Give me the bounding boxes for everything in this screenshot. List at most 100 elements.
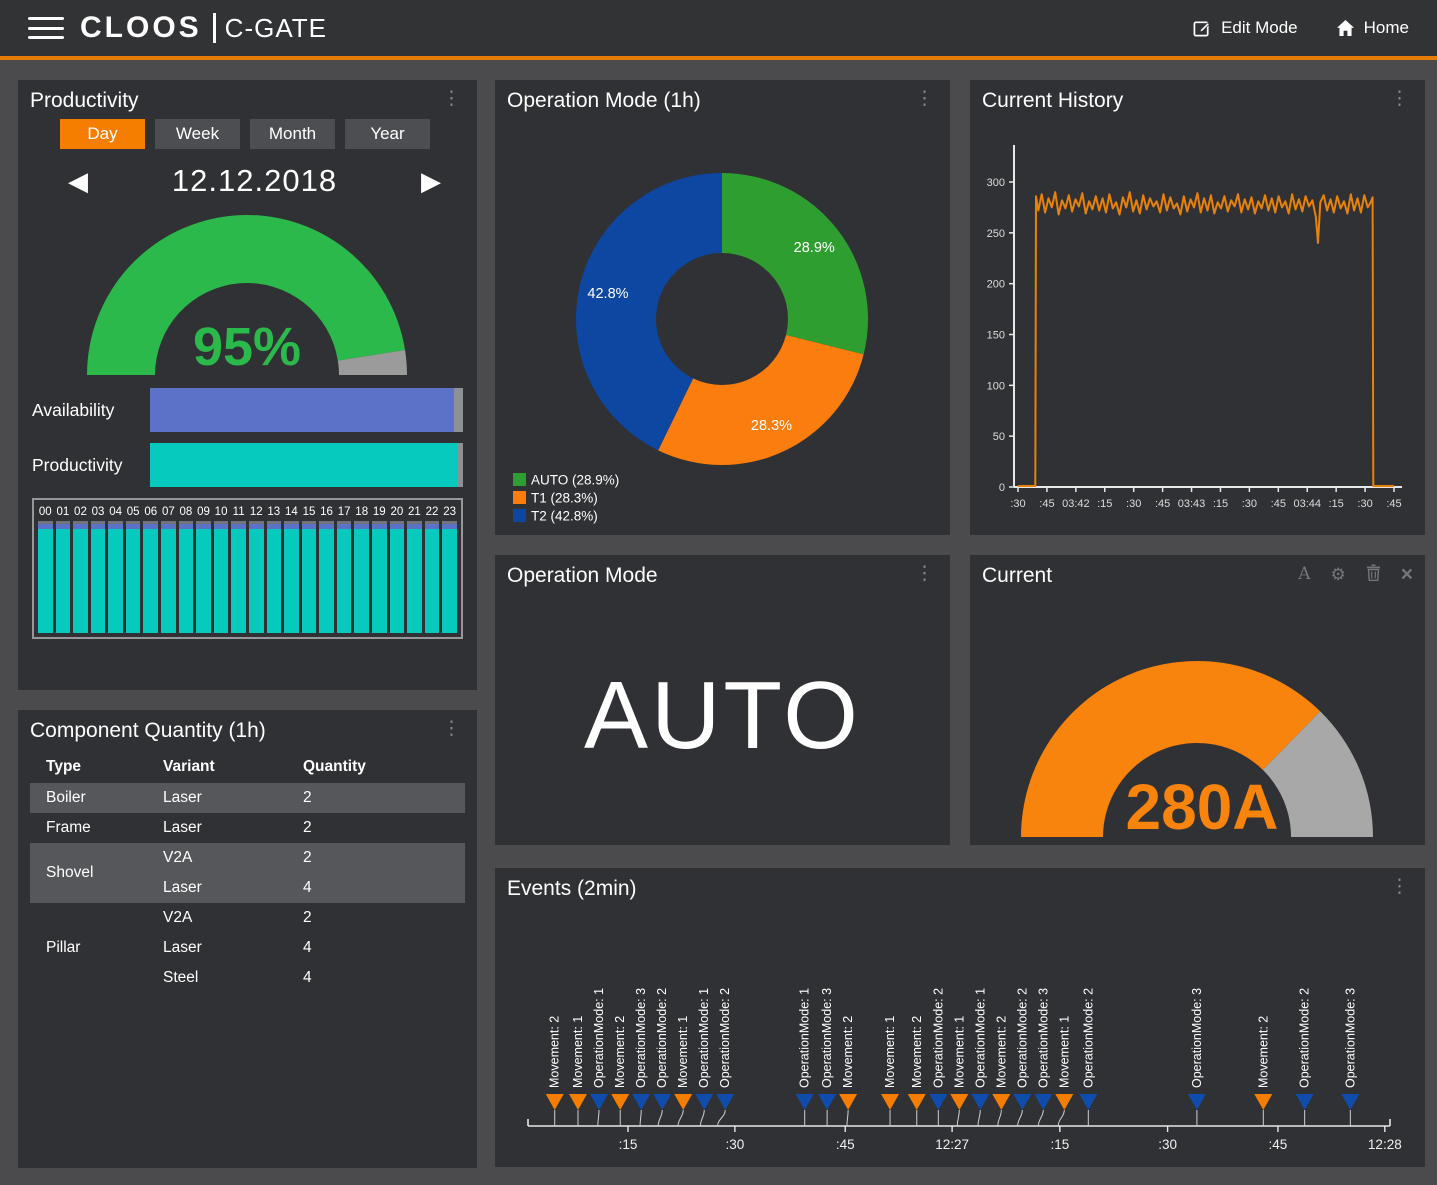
y-tick-label: 100	[987, 380, 1005, 392]
tab-month[interactable]: Month	[250, 119, 335, 149]
component-quantity-title: Component Quantity (1h)	[30, 719, 266, 743]
close-icon[interactable]: ×	[1401, 566, 1413, 583]
event-marker-operation[interactable]	[1079, 1094, 1097, 1110]
donut-slice-t1	[658, 335, 863, 465]
event-marker-operation[interactable]	[1013, 1094, 1031, 1110]
events-title: Events (2min)	[507, 877, 637, 901]
event-marker-operation[interactable]	[1034, 1094, 1052, 1110]
current-history-panel: Current History ⋮ 050100150200250300:30:…	[970, 80, 1425, 535]
x-tick-label: :15	[1097, 498, 1112, 510]
kpi-bar-availability: Availability	[18, 388, 477, 432]
edit-mode-button[interactable]: Edit Mode	[1193, 18, 1298, 38]
event-label: OperationMode: 1	[697, 988, 711, 1088]
edit-icon	[1193, 19, 1212, 38]
legend-label: T2 (42.8%)	[531, 509, 598, 524]
table-row: V2A2	[163, 903, 465, 933]
event-marker-operation[interactable]	[796, 1094, 814, 1110]
donut-slice-auto	[722, 173, 868, 354]
event-marker-movement[interactable]	[950, 1094, 968, 1110]
kebab-menu-icon[interactable]: ⋮	[1386, 877, 1413, 896]
table-row: Steel4	[163, 963, 465, 993]
event-marker-movement[interactable]	[908, 1094, 926, 1110]
event-marker-movement[interactable]	[674, 1094, 692, 1110]
legend-swatch	[513, 509, 526, 522]
table-row: V2A2	[163, 843, 465, 873]
operation-mode-value: AUTO	[495, 592, 950, 840]
gear-icon[interactable]: ⚙	[1330, 566, 1345, 583]
tab-week[interactable]: Week	[155, 119, 240, 149]
event-marker-operation[interactable]	[929, 1094, 947, 1110]
kebab-menu-icon[interactable]: ⋮	[911, 89, 938, 108]
trash-icon[interactable]	[1366, 564, 1381, 584]
x-tick-label: :30	[1357, 498, 1372, 510]
event-marker-operation[interactable]	[653, 1094, 671, 1110]
event-label: OperationMode: 3	[1190, 988, 1204, 1088]
event-marker-operation[interactable]	[590, 1094, 608, 1110]
event-marker-operation[interactable]	[1188, 1094, 1206, 1110]
tab-day[interactable]: Day	[60, 119, 145, 149]
event-label: OperationMode: 1	[798, 988, 812, 1088]
event-marker-movement[interactable]	[992, 1094, 1010, 1110]
event-marker-movement[interactable]	[1254, 1094, 1272, 1110]
y-tick-label: 50	[993, 431, 1005, 443]
col-header-quantity: Quantity	[303, 758, 366, 776]
event-connector	[978, 1110, 980, 1126]
prev-day-button[interactable]: ◀	[68, 168, 88, 194]
kebab-menu-icon[interactable]: ⋮	[1386, 89, 1413, 108]
component-quantity-panel: Component Quantity (1h) ⋮ Type Variant Q…	[18, 710, 477, 1168]
hour-bar-19: 19	[372, 503, 387, 633]
hour-bar-15: 15	[302, 503, 317, 633]
legend-swatch	[513, 473, 526, 486]
event-label: Movement: 1	[883, 1016, 897, 1088]
event-marker-operation[interactable]	[818, 1094, 836, 1110]
event-marker-movement[interactable]	[839, 1094, 857, 1110]
event-connector	[998, 1110, 1002, 1126]
hour-bar-13: 13	[267, 503, 282, 633]
event-marker-operation[interactable]	[716, 1094, 734, 1110]
event-marker-movement[interactable]	[569, 1094, 587, 1110]
event-marker-movement[interactable]	[881, 1094, 899, 1110]
event-label: Movement: 2	[613, 1016, 627, 1088]
productivity-gauge: 95%	[18, 205, 477, 383]
event-marker-operation[interactable]	[632, 1094, 650, 1110]
brand-divider	[213, 13, 216, 43]
event-marker-operation[interactable]	[1296, 1094, 1314, 1110]
time-tick-label: 12:27	[935, 1137, 969, 1152]
hour-bar-21: 21	[407, 503, 422, 633]
current-gauge: 280A	[970, 592, 1425, 842]
slice-label: 28.3%	[751, 418, 792, 434]
x-tick-label: :30	[1126, 498, 1141, 510]
x-tick-label: 03:43	[1178, 498, 1206, 510]
kebab-menu-icon[interactable]: ⋮	[438, 719, 465, 738]
kebab-menu-icon[interactable]: ⋮	[911, 564, 938, 583]
event-marker-operation[interactable]	[971, 1094, 989, 1110]
events-panel: Events (2min) ⋮ :15:30:4512:27:15:30:451…	[495, 868, 1425, 1167]
event-marker-movement[interactable]	[611, 1094, 629, 1110]
time-tick-label: 12:28	[1368, 1137, 1402, 1152]
event-label: OperationMode: 2	[931, 988, 945, 1088]
event-label: Movement: 1	[952, 1016, 966, 1088]
kebab-menu-icon[interactable]: ⋮	[438, 89, 465, 108]
font-icon[interactable]: A	[1298, 566, 1310, 583]
event-connector	[1058, 1110, 1064, 1126]
tab-year[interactable]: Year	[345, 119, 430, 149]
event-marker-operation[interactable]	[695, 1094, 713, 1110]
event-marker-movement[interactable]	[1055, 1094, 1073, 1110]
next-day-button[interactable]: ▶	[421, 168, 441, 194]
gauge-value-label: 95%	[193, 317, 301, 377]
table-row: Laser2	[163, 813, 465, 843]
hour-bar-12: 12	[249, 503, 264, 633]
hour-bar-22: 22	[425, 503, 440, 633]
home-button[interactable]: Home	[1336, 18, 1409, 38]
kpi-bar-productivity: Productivity	[18, 443, 477, 487]
menu-icon[interactable]	[28, 17, 64, 39]
legend-label: AUTO (28.9%)	[531, 473, 619, 488]
table-group-shovel: ShovelV2A2Laser4	[30, 843, 465, 903]
component-table: Type Variant QuantityBoilerLaser2FrameLa…	[30, 751, 465, 993]
event-marker-movement[interactable]	[546, 1094, 564, 1110]
operation-mode-1h-title: Operation Mode (1h)	[507, 89, 701, 113]
x-tick-label: :45	[1039, 498, 1054, 510]
event-marker-operation[interactable]	[1341, 1094, 1359, 1110]
hourly-bar-chart: 0001020304050607080910111213141516171819…	[32, 498, 463, 639]
table-row: Laser4	[163, 873, 465, 903]
